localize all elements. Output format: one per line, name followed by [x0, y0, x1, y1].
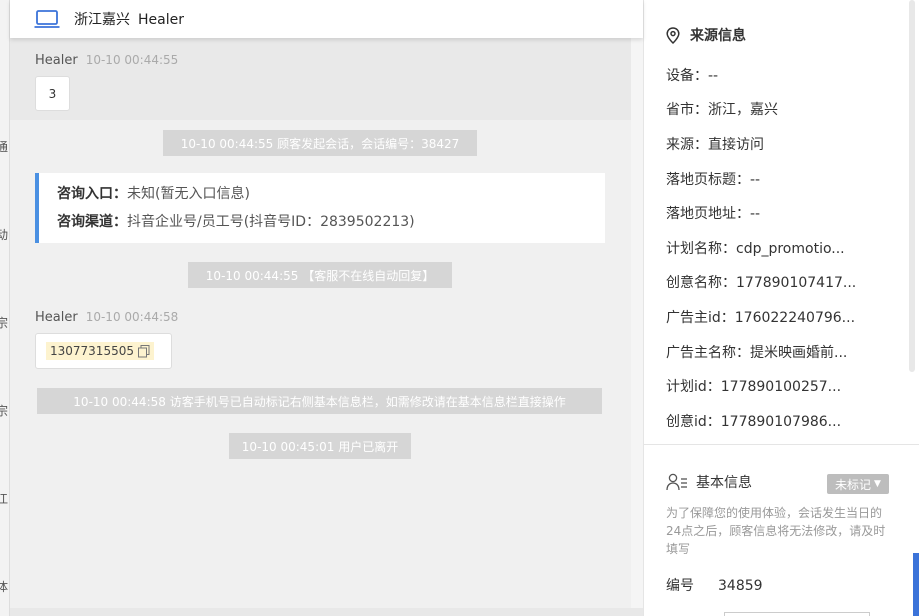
field-advertiser-name: 广告主名称：提米映画婚前...: [666, 345, 848, 361]
message-bubble: 13077315505: [35, 333, 172, 369]
field-province: 省市：浙江，嘉兴: [666, 102, 778, 118]
visitor-title: 浙江嘉兴 Healer: [74, 9, 184, 29]
laptop-icon: [34, 10, 60, 28]
message-bubble: 3: [35, 76, 70, 111]
channel-value: 抖音企业号/员工号(抖音号ID：2839502213): [127, 214, 415, 230]
visitor-name: Healer: [138, 12, 184, 28]
field-source: 来源：直接访问: [666, 137, 764, 153]
section-divider: [644, 444, 919, 445]
field-creative-id: 创意id：177890107986...: [666, 414, 842, 430]
consult-info-card: 咨询入口：未知(暂无入口信息) 咨询渠道：抖音企业号/员工号(抖音号ID：283…: [35, 173, 605, 243]
background-window-strip: 通 动 宗 宗 江 体: [0, 0, 10, 616]
tag-dropdown[interactable]: 未标记 ▼: [827, 474, 889, 494]
chat-scrollbar-track[interactable]: [631, 38, 643, 616]
message-sender: Healer 10-10 00:44:58: [35, 310, 179, 325]
field-creative-name: 创意名称：177890107417...: [666, 275, 857, 291]
background-fragment: 宗: [0, 402, 8, 419]
system-message: 10-10 00:44:58 访客手机号已自动标记右侧基本信息栏，如需修改请在基…: [37, 388, 602, 414]
field-landing-url: 落地页地址：--: [666, 206, 761, 222]
caret-down-icon: ▼: [874, 479, 881, 489]
background-fragment: 通: [0, 138, 8, 155]
panel-scrollbar[interactable]: [909, 0, 915, 372]
field-advertiser-id: 广告主id：176022240796...: [666, 310, 856, 326]
chat-messages[interactable]: Healer 10-10 00:44:55 3 10-10 00:44:55 顾客…: [10, 38, 643, 616]
number-row: 编号 34859: [666, 575, 763, 595]
field-plan-id: 计划id：177890100257...: [666, 379, 842, 395]
number-value: 34859: [718, 578, 763, 594]
basic-info-title: 基本信息: [666, 472, 752, 492]
phone-number[interactable]: 13077315505: [46, 342, 154, 360]
location-pin-icon: [666, 26, 680, 44]
system-message: 10-10 00:44:55 【客服不在线自动回复】: [188, 262, 452, 288]
message-highlight: [10, 38, 631, 120]
number-label: 编号: [666, 578, 694, 594]
background-fragment: 宗: [0, 314, 8, 331]
visitor-info-panel: 来源信息 设备：-- 省市：浙江，嘉兴 来源：直接访问 落地页标题：-- 落地页…: [643, 0, 919, 616]
entry-value: 未知(暂无入口信息): [127, 186, 250, 202]
system-message: 10-10 00:45:01 用户已离开: [229, 433, 411, 459]
system-message: 10-10 00:44:55 顾客发起会话，会话编号：38427: [163, 130, 477, 156]
entry-label: 咨询入口：: [57, 186, 127, 202]
next-field-input[interactable]: [724, 612, 870, 616]
field-plan-name: 计划名称：cdp_promotio...: [666, 241, 845, 257]
background-fragment: 体: [0, 578, 8, 595]
visitor-location: 浙江嘉兴: [74, 12, 130, 28]
field-device: 设备：--: [666, 68, 719, 84]
channel-label: 咨询渠道：: [57, 214, 127, 230]
background-window-corner: [913, 553, 919, 616]
message-sender: Healer 10-10 00:44:55: [35, 53, 179, 68]
chat-header: 浙江嘉兴 Healer: [10, 0, 643, 38]
copy-icon[interactable]: [137, 344, 150, 358]
user-list-icon: [666, 473, 687, 491]
field-landing-title: 落地页标题：--: [666, 172, 761, 188]
background-fragment: 动: [0, 226, 8, 243]
background-fragment: 江: [0, 490, 8, 507]
chat-bottom-border: [10, 608, 643, 616]
source-info-title: 来源信息: [666, 25, 746, 45]
edit-notice: 为了保障您的使用体验，会话发生当日的24点之后，顾客信息将无法修改，请及时填写: [666, 506, 886, 556]
